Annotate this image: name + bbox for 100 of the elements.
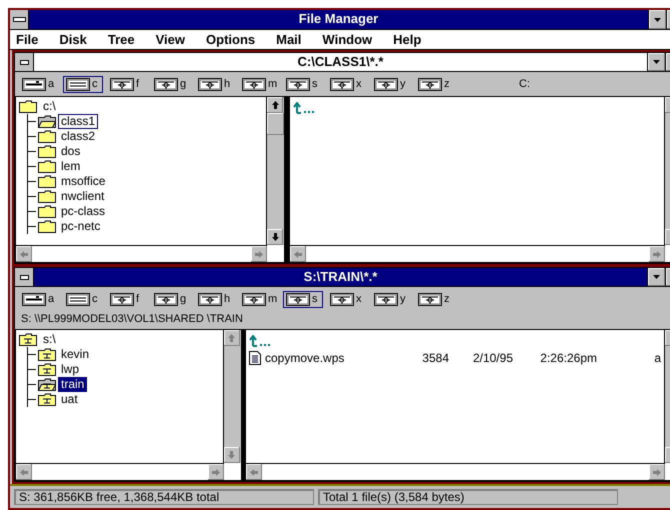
drive-button[interactable]: c — [63, 290, 103, 308]
drive-button[interactable]: m — [239, 76, 279, 92]
drive-button[interactable]: x — [327, 76, 367, 92]
left-arrow-icon — [294, 250, 302, 258]
menu-item[interactable]: View — [156, 32, 186, 47]
network-folder-icon — [38, 348, 56, 361]
drive-button[interactable]: h — [195, 76, 235, 92]
menu-item[interactable]: Options — [206, 32, 256, 47]
directory-label[interactable]: lwp — [58, 362, 82, 377]
directory-label[interactable]: pc-class — [58, 204, 108, 219]
file-size: 3584 — [421, 350, 449, 364]
network-folder-icon — [38, 393, 56, 406]
open-folder-icon — [38, 115, 56, 128]
up-arrow-icon — [272, 101, 278, 109]
folder-icon — [38, 175, 56, 188]
menu-item[interactable]: Mail — [276, 32, 302, 47]
horizontal-scrollbar[interactable] — [246, 463, 665, 480]
drive-button[interactable]: g — [151, 76, 191, 92]
control-menu-button[interactable] — [15, 53, 34, 71]
network-drive-icon — [154, 78, 178, 90]
parent-directory-icon[interactable] — [249, 334, 271, 346]
horizontal-scrollbar[interactable] — [290, 245, 665, 262]
drive-button[interactable]: g — [151, 290, 191, 308]
drive-button[interactable]: f — [107, 290, 147, 308]
drive-button[interactable]: f — [107, 76, 147, 92]
file-attributes: a — [653, 350, 661, 364]
network-drive-icon — [110, 78, 134, 90]
menu-item[interactable]: Help — [393, 32, 422, 47]
network-drive-icon — [154, 292, 178, 306]
drive-button[interactable]: m — [239, 290, 279, 308]
file-name[interactable]: copymove.wps — [265, 350, 405, 364]
drive-button[interactable]: x — [327, 290, 367, 308]
vertical-scrollbar[interactable] — [266, 97, 284, 245]
down-triangle-icon — [654, 18, 661, 22]
directory-label[interactable]: class2 — [58, 129, 98, 144]
control-menu-button[interactable] — [10, 10, 29, 29]
directory-label[interactable]: pc-netc — [58, 219, 104, 234]
minimize-button[interactable] — [648, 10, 666, 29]
document-icon — [249, 350, 261, 364]
network-drive-icon — [110, 292, 134, 306]
network-drive-icon — [286, 78, 310, 90]
down-arrow-icon — [228, 451, 236, 459]
directory-label[interactable]: lem — [58, 159, 84, 174]
network-drive-icon — [374, 292, 398, 306]
network-drive-icon — [418, 292, 442, 306]
horizontal-scrollbar[interactable] — [16, 245, 267, 262]
drive-button[interactable]: s — [283, 76, 323, 92]
directory-label[interactable]: kevin — [58, 347, 92, 362]
folder-icon — [38, 220, 56, 233]
menu-item[interactable]: Window — [322, 32, 372, 47]
scroll-thumb[interactable] — [267, 113, 284, 135]
minimize-button[interactable] — [647, 268, 665, 286]
network-drive-icon — [198, 292, 222, 306]
vertical-scrollbar[interactable] — [222, 330, 241, 463]
right-arrow-icon — [653, 250, 661, 258]
window-title: File Manager — [298, 10, 380, 28]
hard-drive-icon — [66, 78, 90, 90]
horizontal-scrollbar[interactable] — [16, 463, 224, 480]
directory-label[interactable]: nwclient — [58, 189, 108, 204]
drive-button[interactable]: a — [19, 290, 59, 308]
menu-item[interactable]: File — [16, 32, 38, 47]
network-drive-icon — [418, 78, 442, 90]
minimize-button[interactable] — [647, 53, 665, 71]
drive-button[interactable]: c — [63, 76, 103, 92]
menu-item[interactable]: Disk — [59, 32, 87, 47]
directory-label[interactable]: msoffice — [58, 174, 108, 189]
down-arrow-icon — [272, 233, 278, 241]
left-arrow-icon — [20, 468, 28, 476]
menu-item[interactable]: Tree — [108, 32, 135, 47]
drive-button[interactable]: z — [415, 290, 455, 308]
control-menu-button[interactable] — [15, 268, 34, 286]
right-arrow-icon — [255, 250, 263, 258]
drive-button[interactable]: h — [195, 290, 235, 308]
file-time: 2:26:26pm — [539, 350, 597, 364]
directory-label[interactable]: class1 — [58, 114, 98, 129]
directory-label[interactable]: dos — [58, 144, 84, 159]
window-title: S:\TRAIN\*.* — [302, 268, 378, 286]
drive-button[interactable]: y — [371, 290, 411, 308]
drive-button[interactable]: z — [415, 76, 455, 92]
network-path: S: \\PL999MODEL03\VOL1\SHARED \TRAIN — [20, 312, 244, 327]
network-drive-icon — [374, 78, 398, 90]
directory-label[interactable]: train — [58, 377, 88, 392]
drive-button[interactable]: a — [19, 76, 59, 92]
network-drive-icon — [242, 78, 266, 90]
directory-label[interactable]: c:\ — [40, 99, 59, 114]
directory-label[interactable]: s:\ — [40, 332, 59, 347]
drive-button[interactable]: y — [371, 76, 411, 92]
network-drive-icon — [330, 78, 354, 90]
directory-label[interactable]: uat — [58, 392, 81, 407]
network-drive-icon — [198, 78, 222, 90]
drive-label: C: — [519, 78, 530, 90]
parent-directory-icon[interactable] — [293, 102, 315, 114]
folder-icon — [38, 190, 56, 203]
status-text: S: 361,856KB free, 1,368,544KB total — [14, 489, 314, 505]
network-folder-icon — [38, 363, 56, 376]
open-network-folder-icon — [38, 378, 56, 391]
floppy-drive-icon — [22, 292, 46, 306]
status-text: Total 1 file(s) (3,584 bytes) — [318, 489, 618, 505]
drive-button[interactable]: s — [283, 290, 323, 308]
folder-icon — [38, 160, 56, 173]
